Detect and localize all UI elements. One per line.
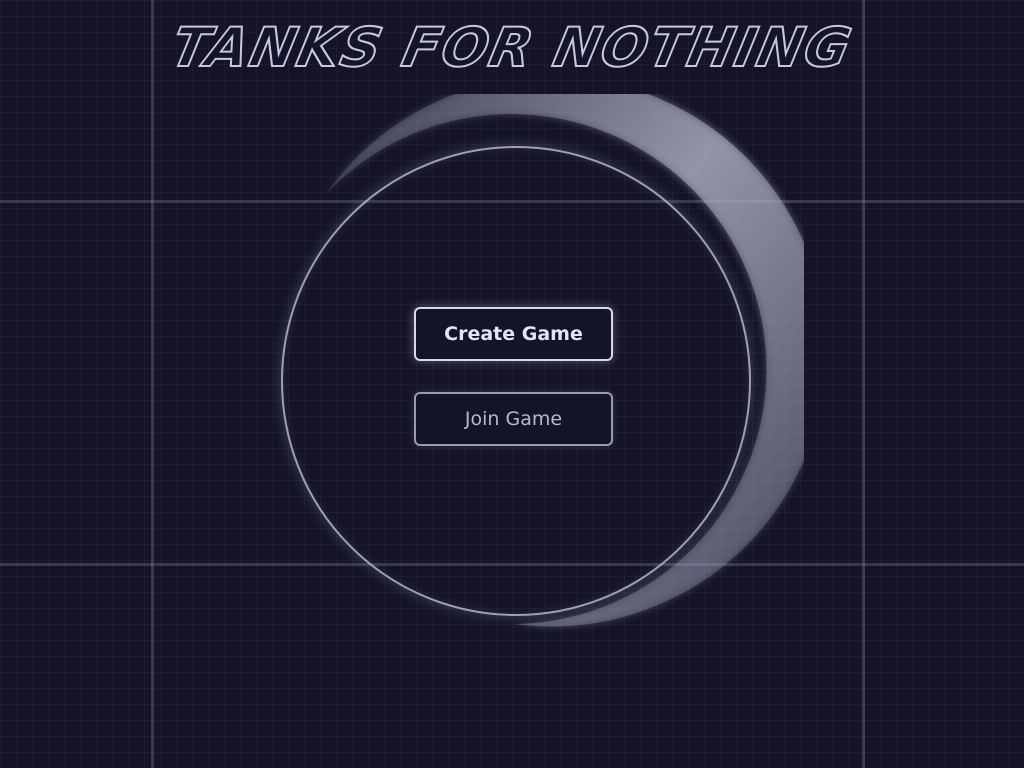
create-game-button[interactable]: Create Game xyxy=(414,307,613,361)
create-game-label: Create Game xyxy=(444,323,583,345)
grid-line xyxy=(862,0,865,768)
menu-screen: TANKS FOR NOTHING Create Game Join Game xyxy=(0,0,1024,768)
inner-ring-decoration xyxy=(281,146,751,616)
grid-line xyxy=(151,0,154,768)
join-game-button[interactable]: Join Game xyxy=(414,392,613,446)
join-game-label: Join Game xyxy=(464,408,563,430)
game-title: TANKS FOR NOTHING xyxy=(165,15,859,80)
